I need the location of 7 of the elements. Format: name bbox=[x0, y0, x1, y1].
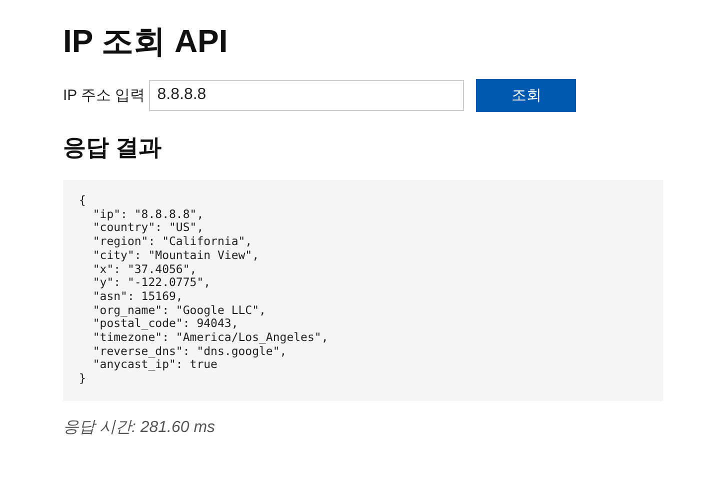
json-response: { "ip": "8.8.8.8", "country": "US", "region": "California", "city": "Mountain View", "x": "37.4056", "y": "-122.0775", "asn": 15169, "org_name": "Google LLC", "postal_code": 94043, "timezone": "America/Los_Angeles", "reverse_dns": "dns.google", "anycast_ip": true } bbox=[63, 180, 663, 401]
response-time: 응답 시간: 281.60 ms bbox=[63, 418, 216, 438]
lookup-button[interactable]: 조회 bbox=[476, 78, 576, 112]
ip-input-label: IP 주소 입력 bbox=[63, 86, 146, 104]
ip-address-field[interactable]: 8.8.8.8 bbox=[149, 80, 464, 110]
page-title: IP 조회 API bbox=[63, 22, 229, 61]
result-heading: 응답 결과 bbox=[63, 133, 162, 162]
